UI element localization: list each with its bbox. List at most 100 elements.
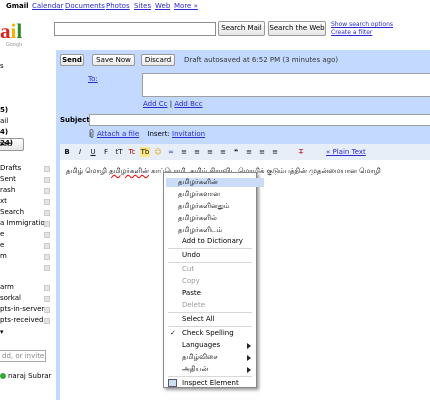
spelling-suggestion[interactable]: தமிழர்களினதும் — [178, 202, 229, 211]
indent-less-icon[interactable]: ≡ — [205, 147, 215, 157]
sidebar-item-count[interactable]: 4) — [0, 128, 8, 136]
sidebar-more-toggle[interactable]: ▾ — [0, 328, 4, 336]
sidebar-item[interactable]: e — [0, 230, 4, 238]
sidebar-item-inbox-count[interactable]: 5) — [0, 106, 8, 114]
label-color-swatch[interactable] — [44, 318, 50, 324]
sidebar-item-count[interactable]: 24) — [0, 139, 13, 147]
label-color-swatch[interactable] — [44, 199, 50, 205]
search-input[interactable] — [54, 22, 216, 36]
numbered-list-icon[interactable]: ≡ — [179, 147, 189, 157]
sidebar-item-scripts-received[interactable]: pts-received — [0, 316, 43, 324]
sidebar-item-sent[interactable]: Sent — [0, 175, 16, 183]
save-now-button[interactable]: Save Now — [92, 54, 135, 66]
add-cc-link[interactable]: Add Cc — [143, 100, 168, 108]
to-field[interactable] — [142, 73, 430, 97]
gmail-logo[interactable]: ail Google — [0, 20, 22, 48]
nav-web[interactable]: Web — [155, 2, 170, 10]
cut-item[interactable]: Cut — [182, 265, 194, 273]
label-color-swatch[interactable] — [44, 265, 50, 271]
checkmark-icon: ✓ — [170, 329, 176, 337]
nav-sites[interactable]: Sites — [134, 2, 151, 10]
label-color-swatch[interactable] — [44, 221, 50, 227]
input-method-submenu[interactable]: தமிழ்விசை — [182, 353, 218, 362]
send-button[interactable]: Send — [60, 54, 84, 66]
label-color-swatch[interactable] — [44, 285, 50, 291]
text-color-button[interactable]: Tc — [127, 147, 137, 157]
nav-more[interactable]: More » — [174, 2, 198, 10]
bulleted-list-icon[interactable]: ≡ — [192, 147, 202, 157]
invitation-link[interactable]: Invitation — [172, 130, 205, 138]
highlight-color-button[interactable]: Tb — [140, 147, 150, 157]
spelling-suggestion[interactable]: தமிழர்களின் — [166, 178, 264, 187]
nav-documents[interactable]: Documents — [65, 2, 105, 10]
link-icon[interactable]: ∞ — [166, 147, 176, 157]
sidebar-item-scripts-in-server[interactable]: pts-in-server — [0, 305, 44, 313]
sidebar-item-search[interactable]: Search — [0, 208, 24, 216]
sidebar-item-trash[interactable]: rash — [0, 186, 15, 194]
italic-button[interactable]: I — [75, 147, 85, 157]
create-filter-link[interactable]: Create a filter — [331, 29, 372, 36]
label-color-swatch[interactable] — [44, 210, 50, 216]
spelling-suggestion[interactable]: தமிழர்களில் — [178, 214, 217, 223]
sidebar-item[interactable]: m — [0, 252, 7, 260]
chat-invite-input[interactable]: dd, or invite — [0, 350, 46, 362]
underline-button[interactable]: U — [88, 147, 98, 157]
show-search-options-link[interactable]: Show search options — [331, 21, 393, 28]
sidebar-item-mail[interactable]: ail — [0, 117, 8, 125]
label-color-swatch[interactable] — [44, 166, 50, 172]
nav-photos[interactable]: Photos — [106, 2, 130, 10]
select-all-item[interactable]: Select All — [182, 315, 215, 323]
subject-field[interactable] — [89, 114, 430, 126]
label-color-swatch[interactable] — [44, 254, 50, 260]
athiyan-submenu[interactable]: அதியன் — [182, 365, 208, 374]
submenu-arrow-icon — [247, 367, 251, 373]
sidebar-item-sorkal[interactable]: sorkal — [0, 294, 21, 302]
sidebar-item-farm[interactable]: arm — [0, 283, 14, 291]
sidebar-item[interactable]: e — [0, 241, 4, 249]
misspelled-word[interactable]: தமிழர்களின் — [109, 167, 149, 175]
copy-item[interactable]: Copy — [182, 277, 200, 285]
align-left-icon[interactable]: ≡ — [244, 147, 254, 157]
search-web-button[interactable]: Search the Web — [268, 21, 326, 36]
delete-item[interactable]: Delete — [182, 301, 205, 309]
sidebar-item-immigration[interactable]: a Immigration — [0, 219, 49, 227]
sidebar-item[interactable]: s — [0, 62, 4, 70]
nav-calendar[interactable]: Calendar — [32, 2, 63, 10]
check-spelling-item[interactable]: Check Spelling — [182, 329, 234, 337]
font-size-button[interactable]: tT — [114, 147, 124, 157]
font-button[interactable]: F — [101, 147, 111, 157]
spelling-suggestion[interactable]: தமிழர்களான — [178, 190, 220, 199]
nav-gmail[interactable]: Gmail — [6, 2, 29, 10]
align-center-icon[interactable]: ≡ — [257, 147, 267, 157]
to-label-link[interactable]: To: — [88, 75, 98, 83]
quote-icon[interactable]: ❝ — [231, 147, 241, 157]
spelling-suggestion[interactable]: தமிழர்களிடம் — [178, 226, 222, 235]
bold-button[interactable]: B — [62, 147, 72, 157]
chat-contact[interactable]: naraj Subrar — [0, 372, 51, 380]
submenu-arrow-icon — [247, 355, 251, 361]
paste-item[interactable]: Paste — [182, 289, 201, 297]
label-color-swatch[interactable] — [44, 296, 50, 302]
label-color-swatch[interactable] — [44, 188, 50, 194]
autosave-status: Draft autosaved at 6:52 PM (3 minutes ag… — [184, 56, 339, 64]
attach-file-link[interactable]: Attach a file — [97, 130, 139, 138]
label-color-swatch[interactable] — [44, 232, 50, 238]
discard-button[interactable]: Discard — [141, 54, 175, 66]
sidebar-item[interactable]: xt — [0, 197, 7, 205]
add-to-dictionary-item[interactable]: Add to Dictionary — [182, 237, 243, 245]
languages-submenu[interactable]: Languages — [182, 341, 220, 349]
cc-bcc-links: Add Cc | Add Bcc — [143, 100, 203, 108]
remove-formatting-icon[interactable]: T̶ — [296, 147, 306, 157]
add-bcc-link[interactable]: Add Bcc — [174, 100, 202, 108]
inspect-element-item[interactable]: Inspect Element — [182, 379, 239, 387]
label-color-swatch[interactable] — [44, 243, 50, 249]
emoticon-icon[interactable]: ☺ — [153, 147, 163, 157]
plain-text-link[interactable]: « Plain Text — [326, 148, 366, 156]
undo-item[interactable]: Undo — [182, 251, 200, 259]
search-mail-button[interactable]: Search Mail — [218, 21, 265, 36]
sidebar-item-drafts[interactable]: Drafts — [0, 164, 21, 172]
label-color-swatch[interactable] — [44, 177, 50, 183]
label-color-swatch[interactable] — [44, 307, 50, 313]
align-right-icon[interactable]: ≡ — [270, 147, 280, 157]
indent-more-icon[interactable]: ≡ — [218, 147, 228, 157]
